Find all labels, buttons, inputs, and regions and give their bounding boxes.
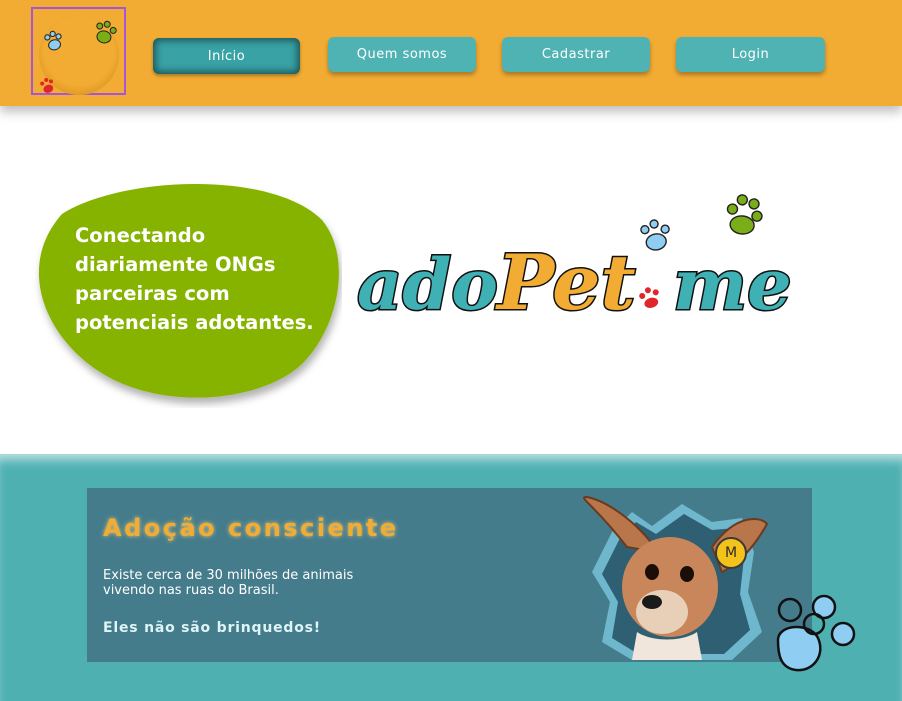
nav-quem-somos-button[interactable]: Quem somos <box>328 37 476 72</box>
red-paw-icon <box>639 287 659 308</box>
nav-inicio-button[interactable]: Início <box>153 38 300 74</box>
adoption-text: Existe cerca de 30 milhões de animais vi… <box>103 568 354 598</box>
m-badge[interactable]: M <box>715 537 747 569</box>
nav-cadastrar-button[interactable]: Cadastrar <box>502 37 650 72</box>
brand-part3: me <box>673 243 792 326</box>
paw-prints-logo-icon <box>40 20 117 93</box>
dog-photo <box>582 495 769 660</box>
large-paw-icon <box>776 594 856 672</box>
nav-login-button[interactable]: Login <box>676 37 825 72</box>
green-paw-icon <box>726 194 763 235</box>
adoption-title: Adoção consciente <box>103 514 399 542</box>
adopet-brand-logo: ado Pet me <box>356 194 793 329</box>
brand-part2: Pet <box>495 238 636 327</box>
adoption-emphasis: Eles não são brinquedos! <box>103 620 321 636</box>
brand-part1: ado <box>357 243 498 326</box>
blue-paw-icon <box>640 219 670 251</box>
logo[interactable] <box>31 7 126 95</box>
hero-tagline: Conectando diariamente ONGs parceiras co… <box>75 224 314 334</box>
site-header: Início Quem somos Cadastrar Login <box>0 0 902 106</box>
